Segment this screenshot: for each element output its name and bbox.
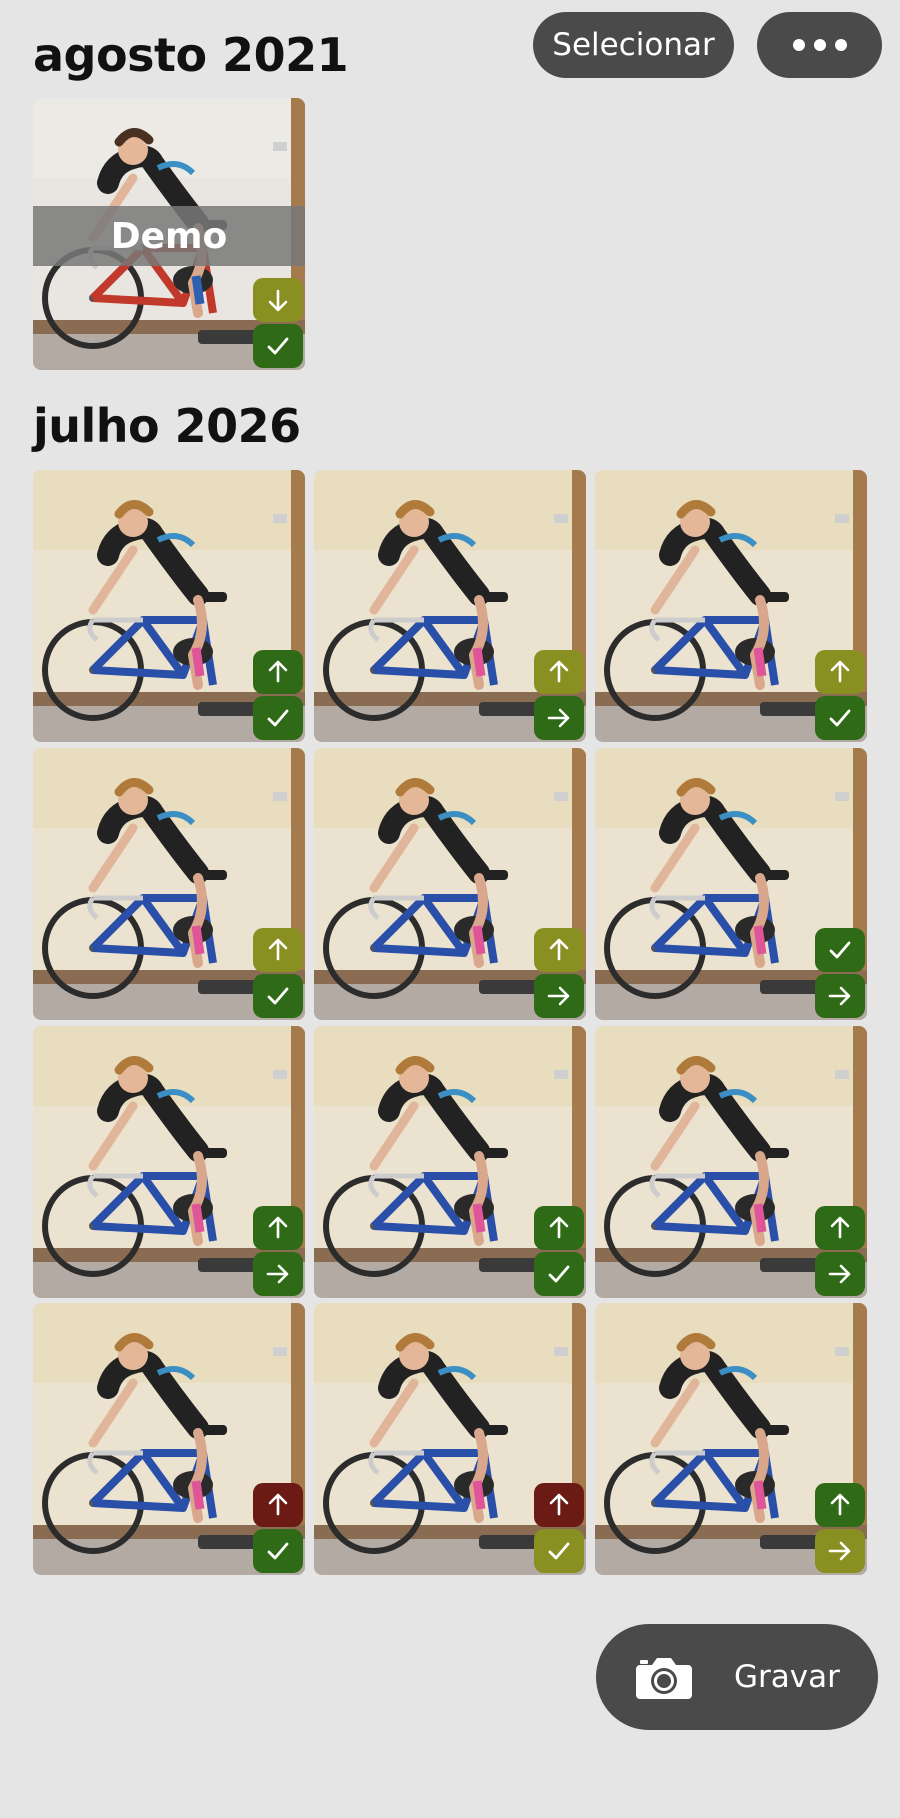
check-icon xyxy=(267,337,289,355)
arrow-right-status-badge xyxy=(815,1529,865,1573)
arrow-up-icon xyxy=(268,1216,288,1239)
arrow-up-status-badge xyxy=(534,1206,584,1250)
arrow-up-status-badge xyxy=(815,1483,865,1527)
check-icon xyxy=(829,709,851,727)
video-thumbnail[interactable] xyxy=(595,1026,867,1298)
arrow-up-status-badge xyxy=(815,1206,865,1250)
arrow-up-icon xyxy=(268,938,288,961)
arrow-up-icon xyxy=(549,1493,569,1516)
arrow-right-icon xyxy=(828,1264,851,1284)
record-button-label: Gravar xyxy=(734,1659,840,1695)
ellipsis-icon-dot xyxy=(813,39,826,51)
arrow-right-status-badge xyxy=(534,974,584,1018)
demo-label: Demo xyxy=(33,206,305,266)
check-status-badge xyxy=(534,1252,584,1296)
ellipsis-icon xyxy=(792,39,805,51)
arrow-up-icon xyxy=(830,1216,850,1239)
arrow-up-icon xyxy=(830,660,850,683)
ellipsis-icon-dot xyxy=(834,39,847,51)
arrow-up-status-badge xyxy=(534,650,584,694)
record-button[interactable]: Gravar xyxy=(596,1624,878,1730)
check-icon xyxy=(267,1542,289,1560)
check-status-badge xyxy=(253,696,303,740)
arrow-right-icon xyxy=(828,986,851,1006)
check-status-badge xyxy=(253,1529,303,1573)
video-thumbnail[interactable] xyxy=(314,1026,586,1298)
check-icon xyxy=(548,1542,570,1560)
video-thumbnail[interactable] xyxy=(595,748,867,1020)
video-thumbnail[interactable]: Demo xyxy=(33,98,305,370)
video-thumbnail[interactable] xyxy=(314,1303,586,1575)
arrow-down-status-badge xyxy=(253,278,303,322)
check-icon xyxy=(829,941,851,959)
arrow-up-icon xyxy=(268,660,288,683)
video-library-screen: Selecionar agosto 2021 julho 2026 Demo G… xyxy=(0,0,900,1818)
arrow-up-status-badge xyxy=(253,1206,303,1250)
section-title-july-2026: julho 2026 xyxy=(33,399,301,453)
check-status-badge xyxy=(815,928,865,972)
check-icon xyxy=(267,709,289,727)
select-button[interactable]: Selecionar xyxy=(533,12,734,78)
video-thumbnail[interactable] xyxy=(595,470,867,742)
arrow-up-icon xyxy=(549,938,569,961)
arrow-up-icon xyxy=(549,660,569,683)
arrow-up-icon xyxy=(830,1493,850,1516)
arrow-up-status-badge xyxy=(534,928,584,972)
camera-icon xyxy=(636,1658,692,1699)
arrow-up-icon xyxy=(268,1493,288,1516)
arrow-up-status-badge xyxy=(253,1483,303,1527)
arrow-right-icon xyxy=(828,1541,851,1561)
arrow-up-status-badge xyxy=(815,650,865,694)
check-icon xyxy=(267,987,289,1005)
video-thumbnail[interactable] xyxy=(595,1303,867,1575)
video-thumbnail[interactable] xyxy=(33,1026,305,1298)
arrow-up-status-badge xyxy=(534,1483,584,1527)
arrow-right-icon xyxy=(547,986,570,1006)
arrow-right-status-badge xyxy=(815,974,865,1018)
select-button-label: Selecionar xyxy=(552,27,715,63)
arrow-down-icon xyxy=(268,289,288,312)
check-status-badge xyxy=(253,974,303,1018)
arrow-right-status-badge xyxy=(534,696,584,740)
arrow-right-icon xyxy=(547,708,570,728)
arrow-up-status-badge xyxy=(253,928,303,972)
section-title-august-2021: agosto 2021 xyxy=(33,28,349,82)
video-thumbnail[interactable] xyxy=(314,470,586,742)
check-status-badge xyxy=(253,324,303,368)
check-status-badge xyxy=(534,1529,584,1573)
check-status-badge xyxy=(815,696,865,740)
arrow-right-icon xyxy=(266,1264,289,1284)
video-thumbnail[interactable] xyxy=(33,1303,305,1575)
arrow-right-status-badge xyxy=(253,1252,303,1296)
video-thumbnail[interactable] xyxy=(33,748,305,1020)
arrow-up-status-badge xyxy=(253,650,303,694)
more-options-button[interactable] xyxy=(757,12,882,78)
video-thumbnail[interactable] xyxy=(33,470,305,742)
arrow-up-icon xyxy=(549,1216,569,1239)
arrow-right-status-badge xyxy=(815,1252,865,1296)
check-icon xyxy=(548,1265,570,1283)
video-thumbnail[interactable] xyxy=(314,748,586,1020)
